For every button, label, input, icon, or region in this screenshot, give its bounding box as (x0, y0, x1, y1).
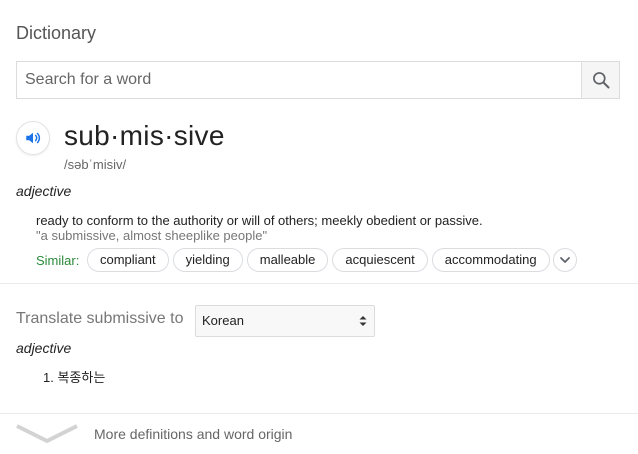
similar-words: compliant yielding malleable acquiescent… (87, 248, 550, 272)
similar-word-chip[interactable]: acquiescent (332, 248, 428, 272)
similar-word-chip[interactable]: malleable (246, 248, 329, 272)
translation-text: 복종하는 (57, 370, 106, 385)
similar-label: Similar: (36, 253, 80, 268)
phonetic-spelling: /səbˈmisiv/ (64, 157, 127, 172)
search-button[interactable] (581, 62, 619, 98)
similar-word-chip[interactable]: accommodating (431, 248, 550, 272)
footer-divider (0, 413, 638, 414)
more-definitions-link[interactable]: More definitions and word origin (94, 426, 292, 442)
dictionary-title: Dictionary (16, 23, 97, 43)
similar-word-chip[interactable]: yielding (172, 248, 243, 272)
example-sentence: "a submissive, almost sheeplike people" (36, 228, 268, 243)
chevron-down-icon (560, 257, 570, 263)
selected-language: Korean (202, 313, 244, 328)
search-icon (592, 72, 609, 89)
translate-label: Translate submissive to (16, 310, 184, 327)
similar-word-chip[interactable]: compliant (87, 248, 169, 272)
expand-chevron-icon[interactable] (14, 421, 80, 445)
language-select[interactable]: Korean (195, 305, 375, 337)
section-divider (0, 283, 638, 284)
expand-similar-button[interactable] (553, 248, 577, 272)
part-of-speech: adjective (16, 183, 72, 199)
definition-text: ready to conform to the authority or wil… (36, 213, 483, 228)
select-arrows-icon (359, 316, 367, 326)
search-bar (16, 61, 620, 99)
headword: sub·mis·sive (64, 120, 225, 151)
translation-number: 1. (43, 370, 54, 385)
search-input[interactable] (17, 62, 597, 98)
speaker-icon (26, 132, 41, 144)
pronunciation-button[interactable] (16, 121, 50, 155)
translation-item: 1. 복종하는 (43, 367, 105, 386)
translation-part-of-speech: adjective (16, 340, 72, 356)
